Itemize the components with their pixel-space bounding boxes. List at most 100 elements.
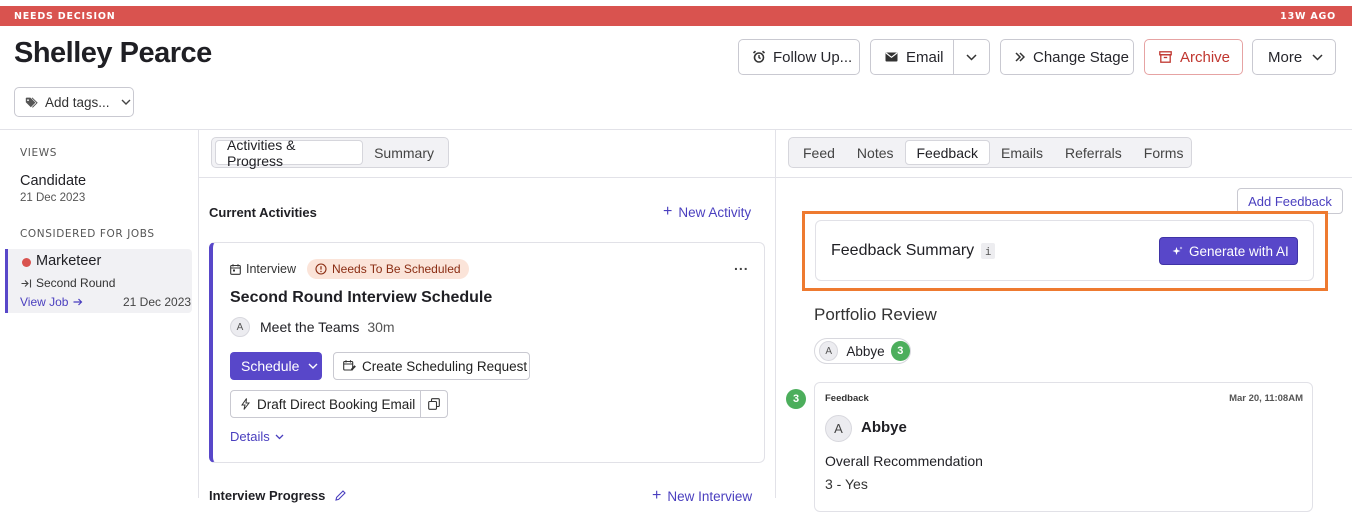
avatar: A [230, 317, 250, 337]
pencil-icon[interactable] [335, 490, 347, 501]
jobs-heading: CONSIDERED FOR JOBS [20, 228, 155, 240]
section-title: Portfolio Review [814, 305, 937, 324]
entry-score-badge: 3 [786, 389, 806, 409]
new-activity-label: New Activity [678, 204, 752, 220]
generate-with-ai-button[interactable]: Generate with AI [1159, 237, 1298, 265]
entry-answer: 3 - Yes [825, 476, 868, 492]
change-stage-label: Change Stage [1033, 48, 1129, 66]
status-dot-icon [22, 258, 31, 267]
entry-timestamp: Mar 20, 11:08AM [1229, 393, 1303, 404]
archive-box-icon [1159, 51, 1172, 63]
chevron-down-icon [308, 363, 318, 369]
feedback-summary-title-row: Feedback Summary i [831, 242, 996, 260]
avatar: A [819, 341, 839, 361]
entry-question: Overall Recommendation [825, 453, 983, 469]
feedback-summary-card: Feedback Summary i Generate with AI [815, 220, 1314, 281]
alarm-clock-icon [752, 50, 766, 63]
status-banner: NEEDS DECISION 13W AGO [0, 6, 1352, 26]
change-stage-button[interactable]: Change Stage [1000, 39, 1134, 75]
more-button[interactable]: More [1252, 39, 1336, 75]
draft-email-button[interactable]: Draft Direct Booking Email [230, 390, 421, 418]
calendar-edit-icon [343, 360, 356, 371]
tab-feed[interactable]: Feed [792, 140, 846, 165]
reviewer-chip-name: Abbye [846, 343, 885, 359]
archive-label: Archive [1180, 48, 1231, 66]
new-interview-label: New Interview [667, 488, 753, 504]
double-chevron-right-icon [1015, 52, 1025, 62]
tab-emails[interactable]: Emails [990, 140, 1054, 165]
header-divider [0, 129, 1352, 130]
current-activities-heading: Current Activities [209, 205, 317, 220]
sidebar-item-candidate[interactable]: Candidate [20, 173, 86, 189]
activity-more-button[interactable]: ... [734, 257, 749, 273]
copy-button[interactable] [420, 390, 448, 418]
plus-icon: + [652, 487, 662, 504]
tag-icon [25, 96, 38, 108]
follow-up-button[interactable]: Follow Up... [738, 39, 860, 75]
lightning-icon [241, 398, 250, 410]
copy-icon [428, 398, 440, 410]
tab-activities-progress[interactable]: Activities & Progress [215, 137, 364, 169]
meeting-duration: 30m [367, 319, 395, 335]
new-activity-button[interactable]: + New Activity [663, 203, 751, 221]
reviewer-chip[interactable]: A Abbye 3 [814, 338, 911, 364]
chevron-down-icon [121, 99, 131, 105]
details-label: Details [230, 429, 270, 444]
view-job-link[interactable]: View Job [20, 295, 83, 309]
tab-notes[interactable]: Notes [846, 140, 905, 165]
plus-icon: + [663, 203, 673, 220]
activity-type: Interview [230, 262, 296, 276]
views-heading: VIEWS [20, 147, 57, 159]
more-label: More [1268, 48, 1303, 66]
schedule-button[interactable]: Schedule [230, 352, 322, 380]
details-toggle[interactable]: Details [230, 429, 284, 444]
feedback-summary-title: Feedback Summary [831, 242, 975, 259]
calendar-icon [230, 263, 241, 275]
email-button[interactable]: Email [871, 40, 955, 74]
arrow-right-icon [73, 298, 83, 306]
panel-divider [775, 129, 776, 498]
new-interview-button[interactable]: + New Interview [652, 487, 752, 505]
activity-title: Second Round Interview Schedule [230, 289, 493, 306]
generate-label: Generate with AI [1189, 243, 1289, 259]
job-stage: Second Round [21, 276, 115, 290]
follow-up-label: Follow Up... [773, 48, 853, 66]
chevron-down-icon [275, 434, 284, 439]
chevron-down-icon [1312, 53, 1323, 61]
interview-progress-label: Interview Progress [209, 488, 326, 503]
score-badge: 3 [890, 341, 910, 361]
create-request-label: Create Scheduling Request [362, 358, 528, 374]
alert-circle-icon [315, 263, 327, 275]
chevron-down-icon [966, 53, 977, 61]
tab-referrals[interactable]: Referrals [1054, 140, 1133, 165]
sidebar-job-item[interactable]: Marketeer Second Round View Job 21 Dec 2… [5, 249, 192, 313]
create-scheduling-request-button[interactable]: Create Scheduling Request [333, 352, 530, 380]
info-icon[interactable]: i [981, 243, 996, 259]
tab-summary[interactable]: Summary [363, 140, 445, 165]
tab-feedback[interactable]: Feedback [904, 140, 990, 165]
stage-arrow-icon [21, 279, 32, 287]
tabs-divider [199, 177, 1352, 178]
activity-type-label: Interview [246, 262, 297, 276]
job-stage-label: Second Round [36, 276, 116, 290]
interview-progress-heading: Interview Progress [209, 488, 347, 503]
sparkle-icon [1172, 246, 1183, 255]
candidate-name: Shelley Pearce [14, 37, 212, 69]
schedule-label: Schedule [241, 358, 300, 374]
status-badge: Needs To Be Scheduled [307, 259, 469, 279]
archive-button[interactable]: Archive [1144, 39, 1243, 75]
candidate-date: 21 Dec 2023 [20, 192, 86, 204]
view-job-label: View Job [20, 295, 69, 309]
tab-forms[interactable]: Forms [1133, 140, 1195, 165]
envelope-icon [885, 52, 898, 62]
job-date: 21 Dec 2023 [123, 295, 192, 309]
email-button-group: Email [870, 39, 990, 75]
sidebar-divider [198, 129, 199, 498]
email-label: Email [906, 48, 944, 66]
add-tags-button[interactable]: Add tags... [14, 87, 134, 117]
draft-email-label: Draft Direct Booking Email [257, 396, 416, 412]
meeting-row: A Meet the Teams 30m [230, 317, 395, 337]
email-dropdown-toggle[interactable] [954, 40, 989, 74]
entry-label: Feedback [825, 393, 869, 404]
entry-author: Abbye [861, 419, 907, 436]
